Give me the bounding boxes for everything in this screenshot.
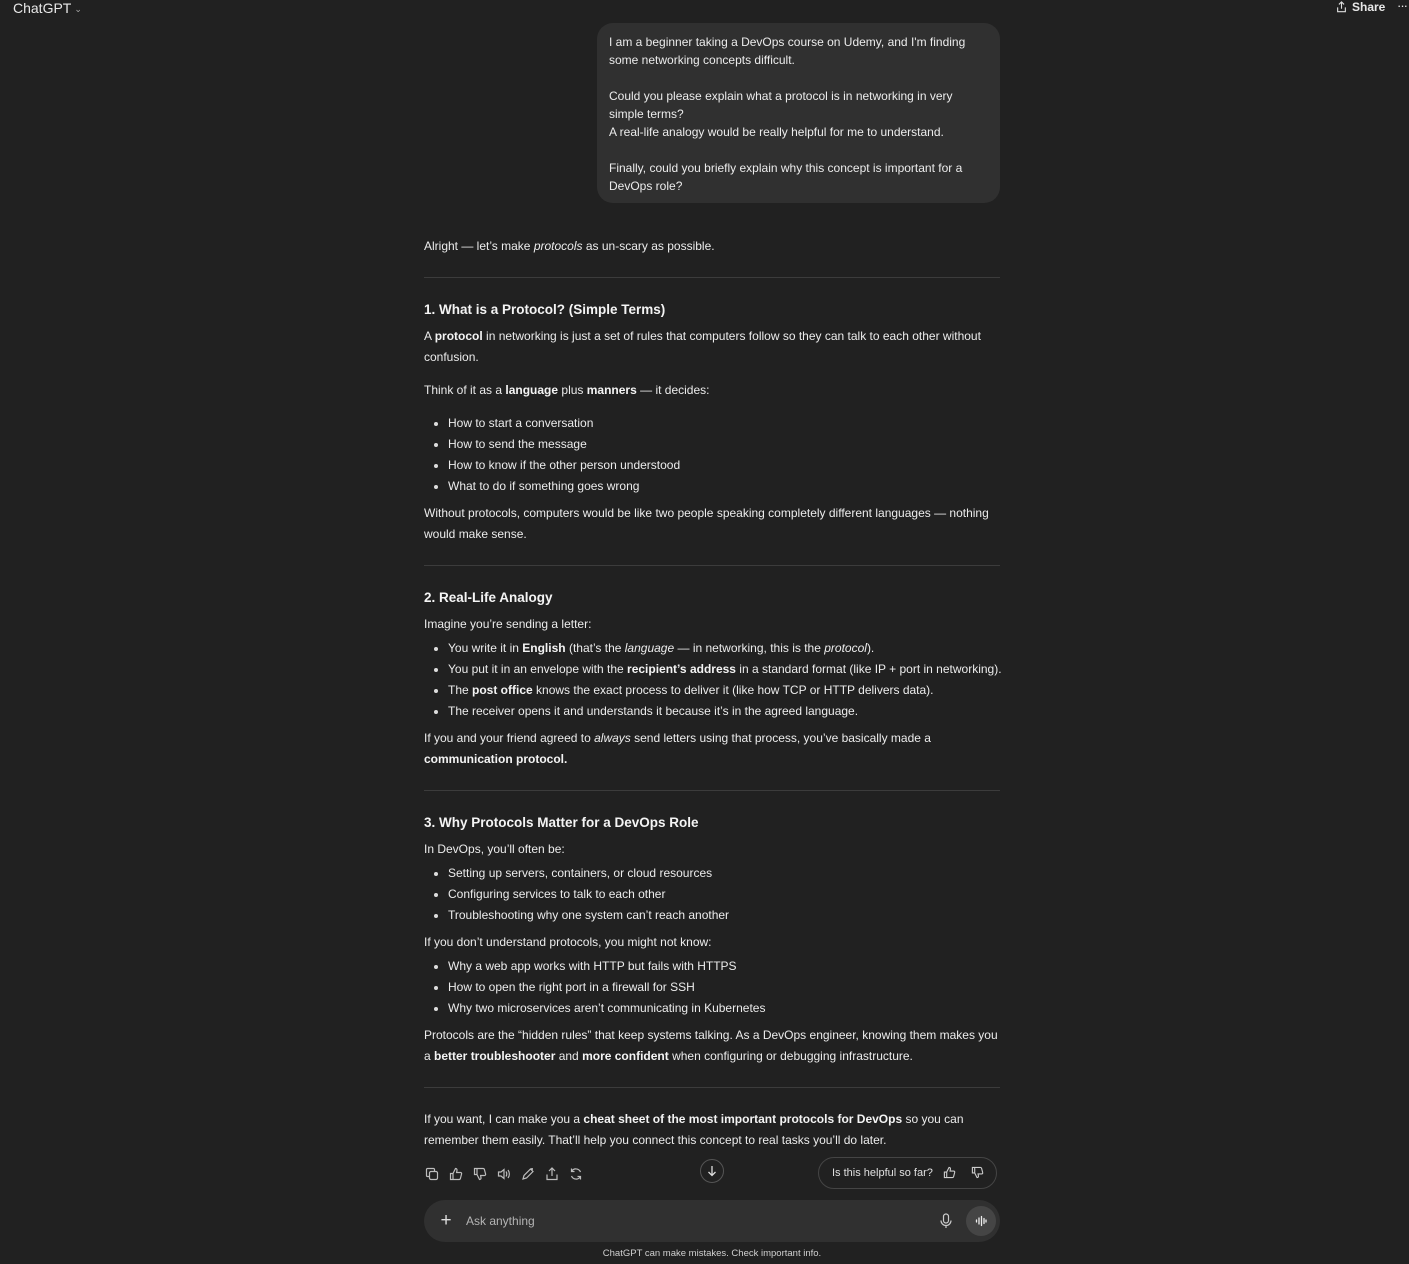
assistant-message: Alright — let’s make protocols as un-sca… [424, 236, 1004, 1151]
read-aloud-icon[interactable] [496, 1166, 512, 1182]
bullet-list: How to start a conversation How to send … [424, 413, 1004, 497]
message-actions [424, 1164, 584, 1184]
paragraph: Think of it as a language plus manners —… [424, 383, 710, 397]
share-icon [1337, 1, 1346, 13]
list-item: Why two microservices aren’t communicati… [448, 998, 1004, 1019]
list-item: Why a web app works with HTTP but fails … [448, 956, 1004, 977]
arrow-down-icon [708, 1166, 716, 1177]
copy-icon[interactable] [424, 1166, 440, 1182]
list-item: How to know if the other person understo… [448, 455, 1004, 476]
user-message-bubble: I am a beginner taking a DevOps course o… [597, 23, 1000, 203]
user-message-paragraph: A real-life analogy would be really help… [609, 125, 944, 139]
edit-icon[interactable] [520, 1166, 536, 1182]
section-heading: 1. What is a Protocol? (Simple Terms) [424, 302, 666, 317]
paragraph: In DevOps, you’ll often be: [424, 842, 565, 856]
assistant-intro: Alright — let’s make protocols as un-sca… [424, 239, 715, 253]
voice-mode-button[interactable] [966, 1206, 996, 1236]
list-item: How to send the message [448, 434, 1004, 455]
share-icon[interactable] [544, 1166, 560, 1182]
feedback-prompt: Is this helpful so far? [818, 1157, 997, 1189]
paragraph: Protocols are the “hidden rules” that ke… [424, 1028, 998, 1063]
user-message-paragraph: Finally, could you briefly explain why t… [609, 161, 963, 193]
voice-waveform-icon [975, 1215, 987, 1227]
section-heading: 3. Why Protocols Matter for a DevOps Rol… [424, 815, 699, 830]
section-heading: 2. Real-Life Analogy [424, 590, 553, 605]
list-item: Troubleshooting why one system can’t rea… [448, 905, 1004, 926]
prompt-input[interactable] [464, 1210, 924, 1232]
paragraph: If you don’t understand protocols, you m… [424, 935, 712, 949]
list-item: What to do if something goes wrong [448, 476, 1004, 497]
regenerate-icon[interactable] [568, 1166, 584, 1182]
user-message-paragraph: I am a beginner taking a DevOps course o… [609, 35, 966, 67]
plus-icon[interactable]: + [438, 1211, 454, 1231]
paragraph: A protocol in networking is just a set o… [424, 329, 981, 364]
scroll-down-button[interactable] [700, 1159, 724, 1183]
thumbs-up-icon[interactable] [448, 1166, 464, 1182]
bullet-list: Setting up servers, containers, or cloud… [424, 863, 1004, 926]
share-button[interactable]: Share [1336, 0, 1385, 14]
assistant-outro: If you want, I can make you a cheat shee… [424, 1112, 964, 1147]
list-item: You write it in English (that’s the lang… [448, 638, 1004, 659]
list-item: You put it in an envelope with the recip… [448, 659, 1004, 680]
thumbs-down-icon[interactable] [971, 1166, 985, 1180]
thumbs-up-icon[interactable] [943, 1166, 957, 1180]
top-bar: ChatGPT ⌄ Share ··· [0, 0, 1409, 18]
user-message-paragraph: Could you please explain what a protocol… [609, 89, 953, 121]
model-selector-button[interactable]: ChatGPT ⌄ [13, 0, 82, 16]
chevron-down-icon: ⌄ [74, 3, 82, 14]
list-item: Setting up servers, containers, or cloud… [448, 863, 1004, 884]
list-item: The post office knows the exact process … [448, 680, 1004, 701]
disclaimer-text: ChatGPT can make mistakes. Check importa… [602, 1248, 822, 1259]
list-item: How to open the right port in a firewall… [448, 977, 1004, 998]
paragraph: Without protocols, computers would be li… [424, 506, 989, 541]
model-label: ChatGPT [13, 0, 72, 16]
more-options-icon[interactable]: ··· [1397, 0, 1408, 13]
bullet-list: You write it in English (that’s the lang… [424, 638, 1004, 722]
list-item: Configuring services to talk to each oth… [448, 884, 1004, 905]
paragraph: If you and your friend agreed to always … [424, 731, 931, 766]
feedback-question: Is this helpful so far? [832, 1167, 933, 1179]
composer: + [424, 1200, 1000, 1242]
microphone-icon[interactable] [939, 1213, 955, 1229]
thumbs-down-icon[interactable] [472, 1166, 488, 1182]
bullet-list: Why a web app works with HTTP but fails … [424, 956, 1004, 1019]
list-item: The receiver opens it and understands it… [448, 701, 1004, 722]
list-item: How to start a conversation [448, 413, 1004, 434]
paragraph: Imagine you’re sending a letter: [424, 617, 592, 631]
share-label: Share [1352, 0, 1386, 14]
